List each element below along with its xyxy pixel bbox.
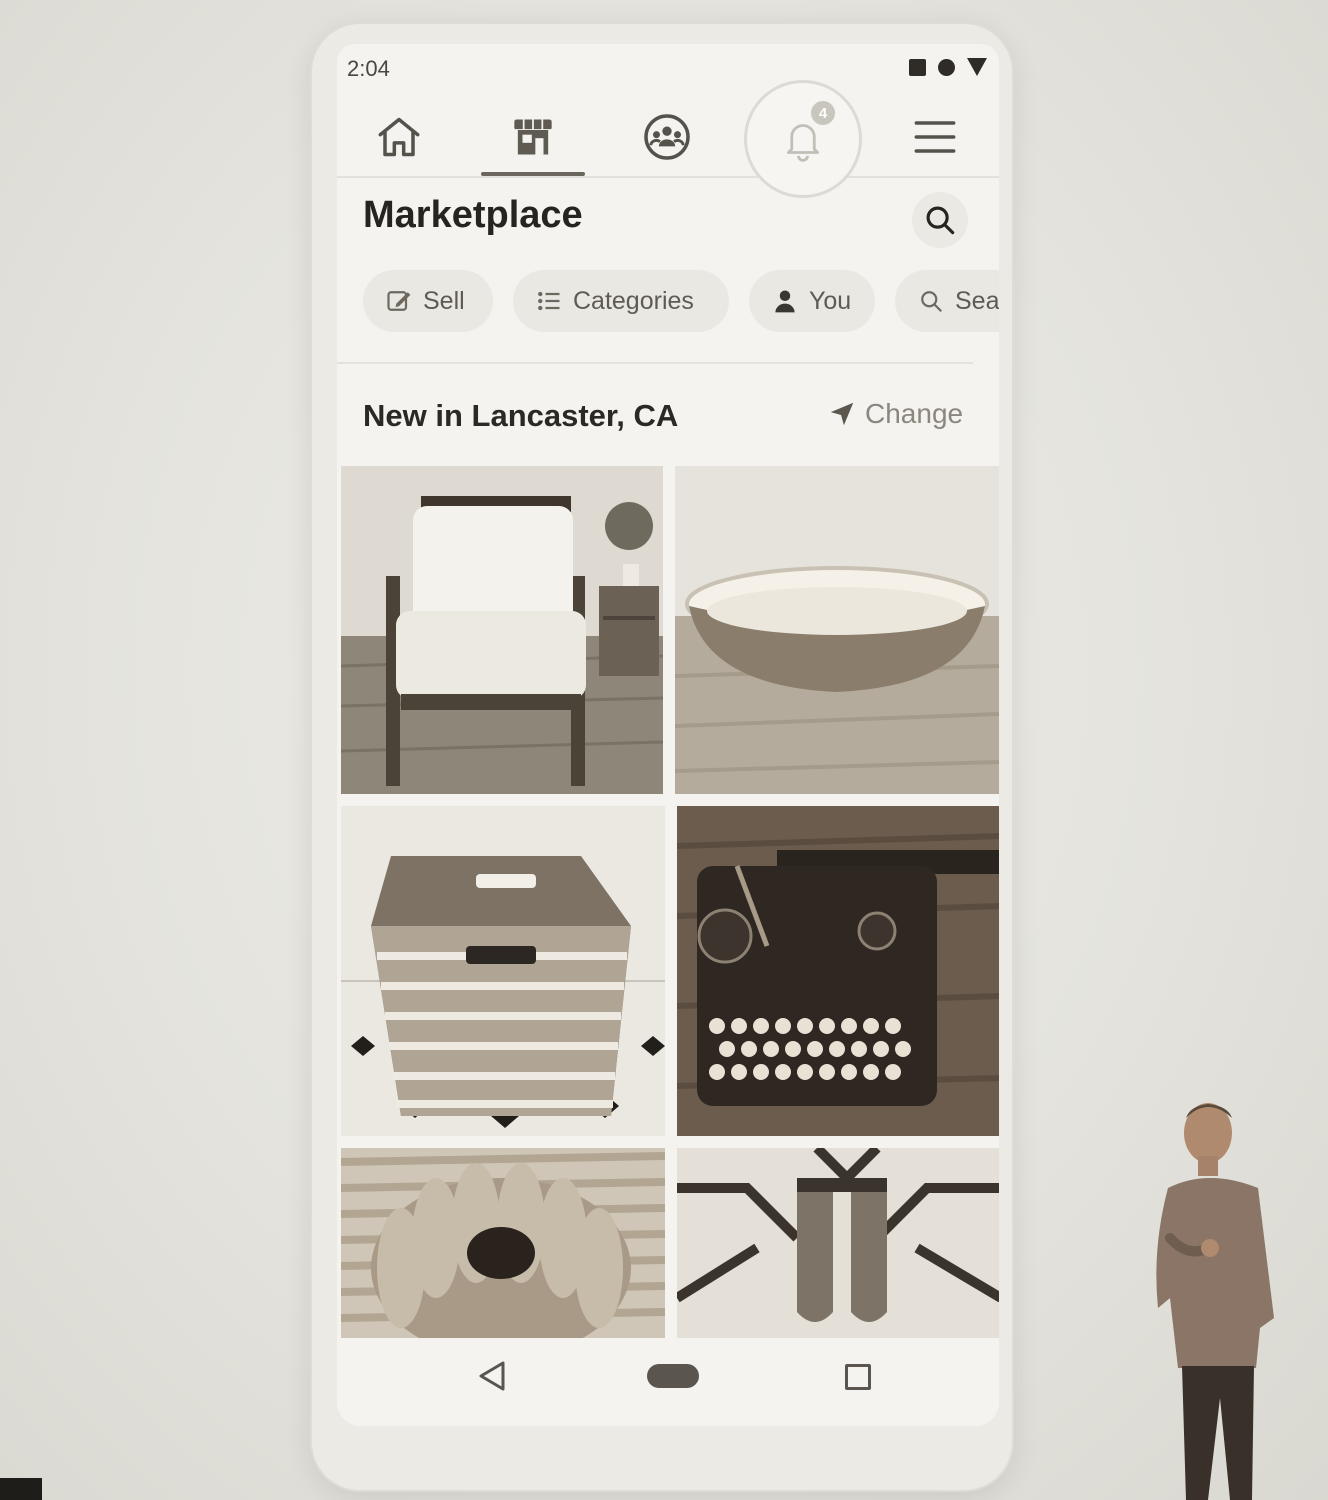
wall-hooks-photo (677, 1148, 999, 1338)
chip-categories-label: Categories (573, 286, 694, 315)
chip-sell-label: Sell (423, 286, 465, 315)
listing-typewriter[interactable] (677, 806, 999, 1136)
bowl-photo (675, 466, 999, 794)
home-button[interactable] (647, 1364, 699, 1388)
hamburger-menu-icon (914, 121, 956, 153)
tab-home[interactable] (347, 100, 451, 174)
listing-bowl[interactable] (675, 466, 999, 794)
chip-you-label: You (809, 286, 852, 315)
android-nav-bar (337, 1338, 999, 1426)
person-icon (775, 290, 795, 313)
bundt-pan-photo (341, 1148, 665, 1338)
presenter-figure (1156, 1103, 1274, 1500)
stage-marker (0, 1478, 42, 1500)
storage-bin-photo (341, 806, 665, 1136)
recent-apps-button[interactable] (845, 1364, 871, 1390)
divider (337, 362, 973, 364)
chip-you[interactable]: You (749, 270, 875, 332)
search-button[interactable] (912, 192, 968, 248)
storefront-icon (514, 119, 552, 155)
listing-bundt-pan[interactable] (341, 1148, 665, 1338)
chip-search-label: Sea (955, 286, 999, 315)
status-time: 2:04 (347, 56, 390, 81)
chip-search[interactable]: Sea (895, 270, 999, 332)
search-icon (926, 206, 955, 235)
top-nav (337, 100, 999, 178)
location-arrow-icon (830, 402, 854, 426)
chip-row: Sell Categories You Sea (363, 270, 999, 334)
groups-icon (644, 114, 690, 160)
chip-categories[interactable]: Categories (513, 270, 729, 332)
search-icon (921, 291, 942, 312)
status-bar: 2:04 (337, 44, 999, 90)
back-icon[interactable] (477, 1360, 507, 1392)
listing-armchair[interactable] (341, 466, 663, 794)
armchair-photo (341, 466, 663, 794)
phone-screen: 2:04 4 Marketplace Sell Categories You S… (337, 44, 999, 1426)
signal-icon (967, 58, 987, 76)
page-title: Marketplace (363, 194, 583, 236)
notification-square-icon (909, 58, 926, 76)
tab-marketplace[interactable] (481, 100, 585, 176)
tab-notifications[interactable]: 4 (744, 80, 862, 198)
listing-storage-bin[interactable] (341, 806, 665, 1136)
edit-icon (387, 291, 411, 311)
chip-sell[interactable]: Sell (363, 270, 493, 332)
listing-wall-hooks[interactable] (677, 1148, 999, 1338)
tab-groups[interactable] (615, 100, 719, 174)
change-location-link[interactable]: Change (827, 398, 963, 430)
typewriter-photo (677, 806, 999, 1136)
list-icon (538, 291, 560, 311)
tab-menu[interactable] (883, 100, 987, 174)
notification-badge: 4 (811, 101, 835, 125)
status-icons (909, 58, 987, 76)
section-title: New in Lancaster, CA (363, 398, 679, 433)
home-icon (378, 117, 420, 157)
change-location-label: Change (865, 398, 964, 429)
notification-dot-icon (938, 58, 955, 76)
